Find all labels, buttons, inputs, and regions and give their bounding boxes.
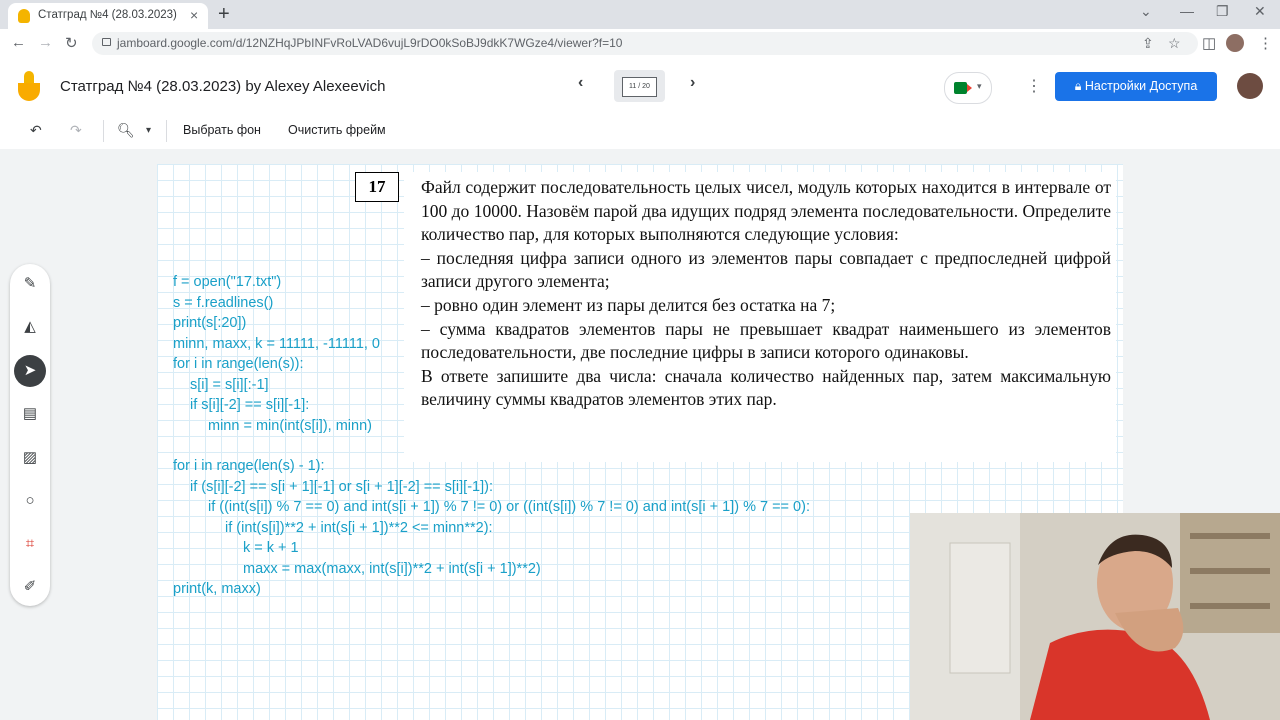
sticky-note-icon[interactable]: ▤ (20, 404, 40, 424)
code-line: s = f.readlines() (173, 294, 274, 311)
close-window-button[interactable]: ✕ (1254, 3, 1266, 20)
app-header: Статград №4 (28.03.2023) by Alexey Alexe… (0, 58, 1280, 114)
zoom-icon[interactable]: 🔍︎ (117, 122, 135, 139)
code-line: minn = min(int(s[i]), minn) (208, 417, 372, 434)
code-line: for i in range(len(s) - 1): (173, 458, 325, 474)
reload-icon[interactable]: ↻ (65, 34, 78, 52)
zoom-dropdown-icon[interactable]: ▾ (146, 125, 151, 136)
url-text: jamboard.google.com/d/12NZHqJPbINFvRoLVA… (117, 36, 623, 50)
task-paragraph: Файл содержит последовательность целых ч… (421, 177, 1111, 245)
meet-button[interactable]: ▾ (944, 72, 992, 104)
tab-search-icon[interactable]: ⌄ (1140, 3, 1152, 20)
code-block-2: for i in range(len(s) - 1): if (s[i][-2]… (173, 456, 810, 600)
task-paragraph: – последняя цифра записи одного из элеме… (421, 247, 1111, 292)
undo-icon[interactable]: ↶ (30, 122, 42, 139)
task-text: Файл содержит последовательность целых ч… (421, 176, 1111, 412)
code-line: if s[i][-2] == s[i][-1]: (190, 397, 310, 413)
address-row: ← → ↻ jamboard.google.com/d/12NZHqJPbINF… (0, 29, 1280, 59)
minimize-button[interactable]: — (1180, 3, 1194, 19)
circle-shape-icon[interactable]: ○ (20, 491, 40, 511)
divider (166, 120, 167, 142)
address-bar[interactable]: jamboard.google.com/d/12NZHqJPbINFvRoLVA… (92, 32, 1198, 55)
access-settings-button[interactable]: 🔒︎ Настройки Доступа (1055, 72, 1217, 101)
side-toolbar: ✎ ◭ ➤ ▤ ▨ ○ ⌗ ✐ (10, 264, 50, 606)
browser-tab[interactable]: Статград №4 (28.03.2023) by Ale × (8, 3, 208, 29)
jam-title[interactable]: Статград №4 (28.03.2023) by Alexey Alexe… (60, 78, 385, 95)
code-block-1: f = open("17.txt") s = f.readlines() pri… (173, 272, 380, 436)
more-options-icon[interactable]: ⋮ (1026, 76, 1042, 96)
code-line: if ((int(s[i]) % 7 == 0) and int(s[i + 1… (208, 499, 810, 515)
select-pointer-icon[interactable]: ➤ (14, 355, 46, 387)
forward-icon[interactable]: → (38, 34, 53, 51)
task-number: 17 (355, 172, 399, 202)
lock-icon: 🔒︎ (1074, 79, 1082, 93)
code-line: print(s[:20]) (173, 315, 247, 331)
divider (103, 120, 104, 142)
frame-bar-button[interactable]: 11 / 20 (614, 70, 665, 102)
webcam-overlay (910, 513, 1280, 720)
laser-icon[interactable]: ✐ (20, 577, 40, 597)
presenter-video (910, 513, 1280, 720)
pen-icon[interactable]: ✎ (20, 274, 40, 294)
task-paragraph: – ровно один элемент из пары делится без… (421, 294, 836, 315)
jamboard-favicon-icon (18, 9, 30, 23)
code-line: for i in range(len(s)): (173, 356, 304, 372)
code-line: s[i] = s[i][:-1] (190, 376, 269, 393)
browser-chrome: Статград №4 (28.03.2023) by Ale × + ⌄ — … (0, 0, 1280, 59)
clear-frame-button[interactable]: Очистить фрейм (288, 123, 386, 137)
bookmark-star-icon[interactable]: ☆ (1168, 35, 1181, 52)
toolbar: ↶ ↷ 🔍︎ ▾ Выбрать фон Очистить фрейм (0, 114, 1280, 148)
code-line: f = open("17.txt") (173, 274, 282, 290)
code-line: if (int(s[i])**2 + int(s[i + 1])**2 <= m… (225, 519, 493, 536)
side-panel-icon[interactable]: ◫ (1202, 34, 1216, 52)
code-line: minn, maxx, k = 11111, -11111, 0 (173, 335, 381, 352)
lock-icon (102, 38, 111, 46)
new-tab-button[interactable]: + (218, 3, 230, 26)
jamboard-logo-icon[interactable] (18, 71, 40, 101)
share-icon[interactable]: ⇪ (1142, 35, 1154, 52)
frame-counter: 11 / 20 (622, 77, 657, 97)
access-settings-label: Настройки Доступа (1084, 79, 1198, 93)
tab-close-icon[interactable]: × (190, 7, 198, 23)
redo-icon[interactable]: ↷ (70, 122, 82, 139)
meet-icon (954, 82, 967, 94)
chevron-down-icon: ▾ (977, 81, 982, 91)
image-icon[interactable]: ▨ (20, 448, 40, 468)
next-frame-icon[interactable]: › (690, 74, 695, 92)
text-box-icon[interactable]: ⌗ (20, 534, 40, 554)
set-background-button[interactable]: Выбрать фон (183, 123, 261, 137)
profile-avatar[interactable] (1226, 34, 1244, 52)
browser-menu-icon[interactable]: ⋮ (1258, 34, 1273, 52)
tab-bar: Статград №4 (28.03.2023) by Ale × + ⌄ — … (0, 0, 1280, 29)
tab-title: Статград №4 (28.03.2023) by Ale (38, 9, 178, 21)
eraser-icon[interactable]: ◭ (20, 317, 40, 337)
code-line: if (s[i][-2] == s[i + 1][-1] or s[i + 1]… (190, 478, 493, 495)
restore-button[interactable]: ❐ (1216, 3, 1229, 20)
task-paragraph: В ответе запишите два числа: сначала кол… (421, 365, 1111, 410)
task-paragraph: – сумма квадратов элементов пары не прев… (421, 318, 1111, 363)
code-line: k = k + 1 (243, 540, 299, 556)
code-line: maxx = max(maxx, int(s[i])**2 + int(s[i … (243, 560, 541, 577)
code-line: print(k, maxx) (173, 581, 261, 597)
account-avatar[interactable] (1237, 73, 1263, 99)
back-icon[interactable]: ← (11, 34, 26, 51)
previous-frame-icon[interactable]: ‹ (578, 74, 583, 92)
